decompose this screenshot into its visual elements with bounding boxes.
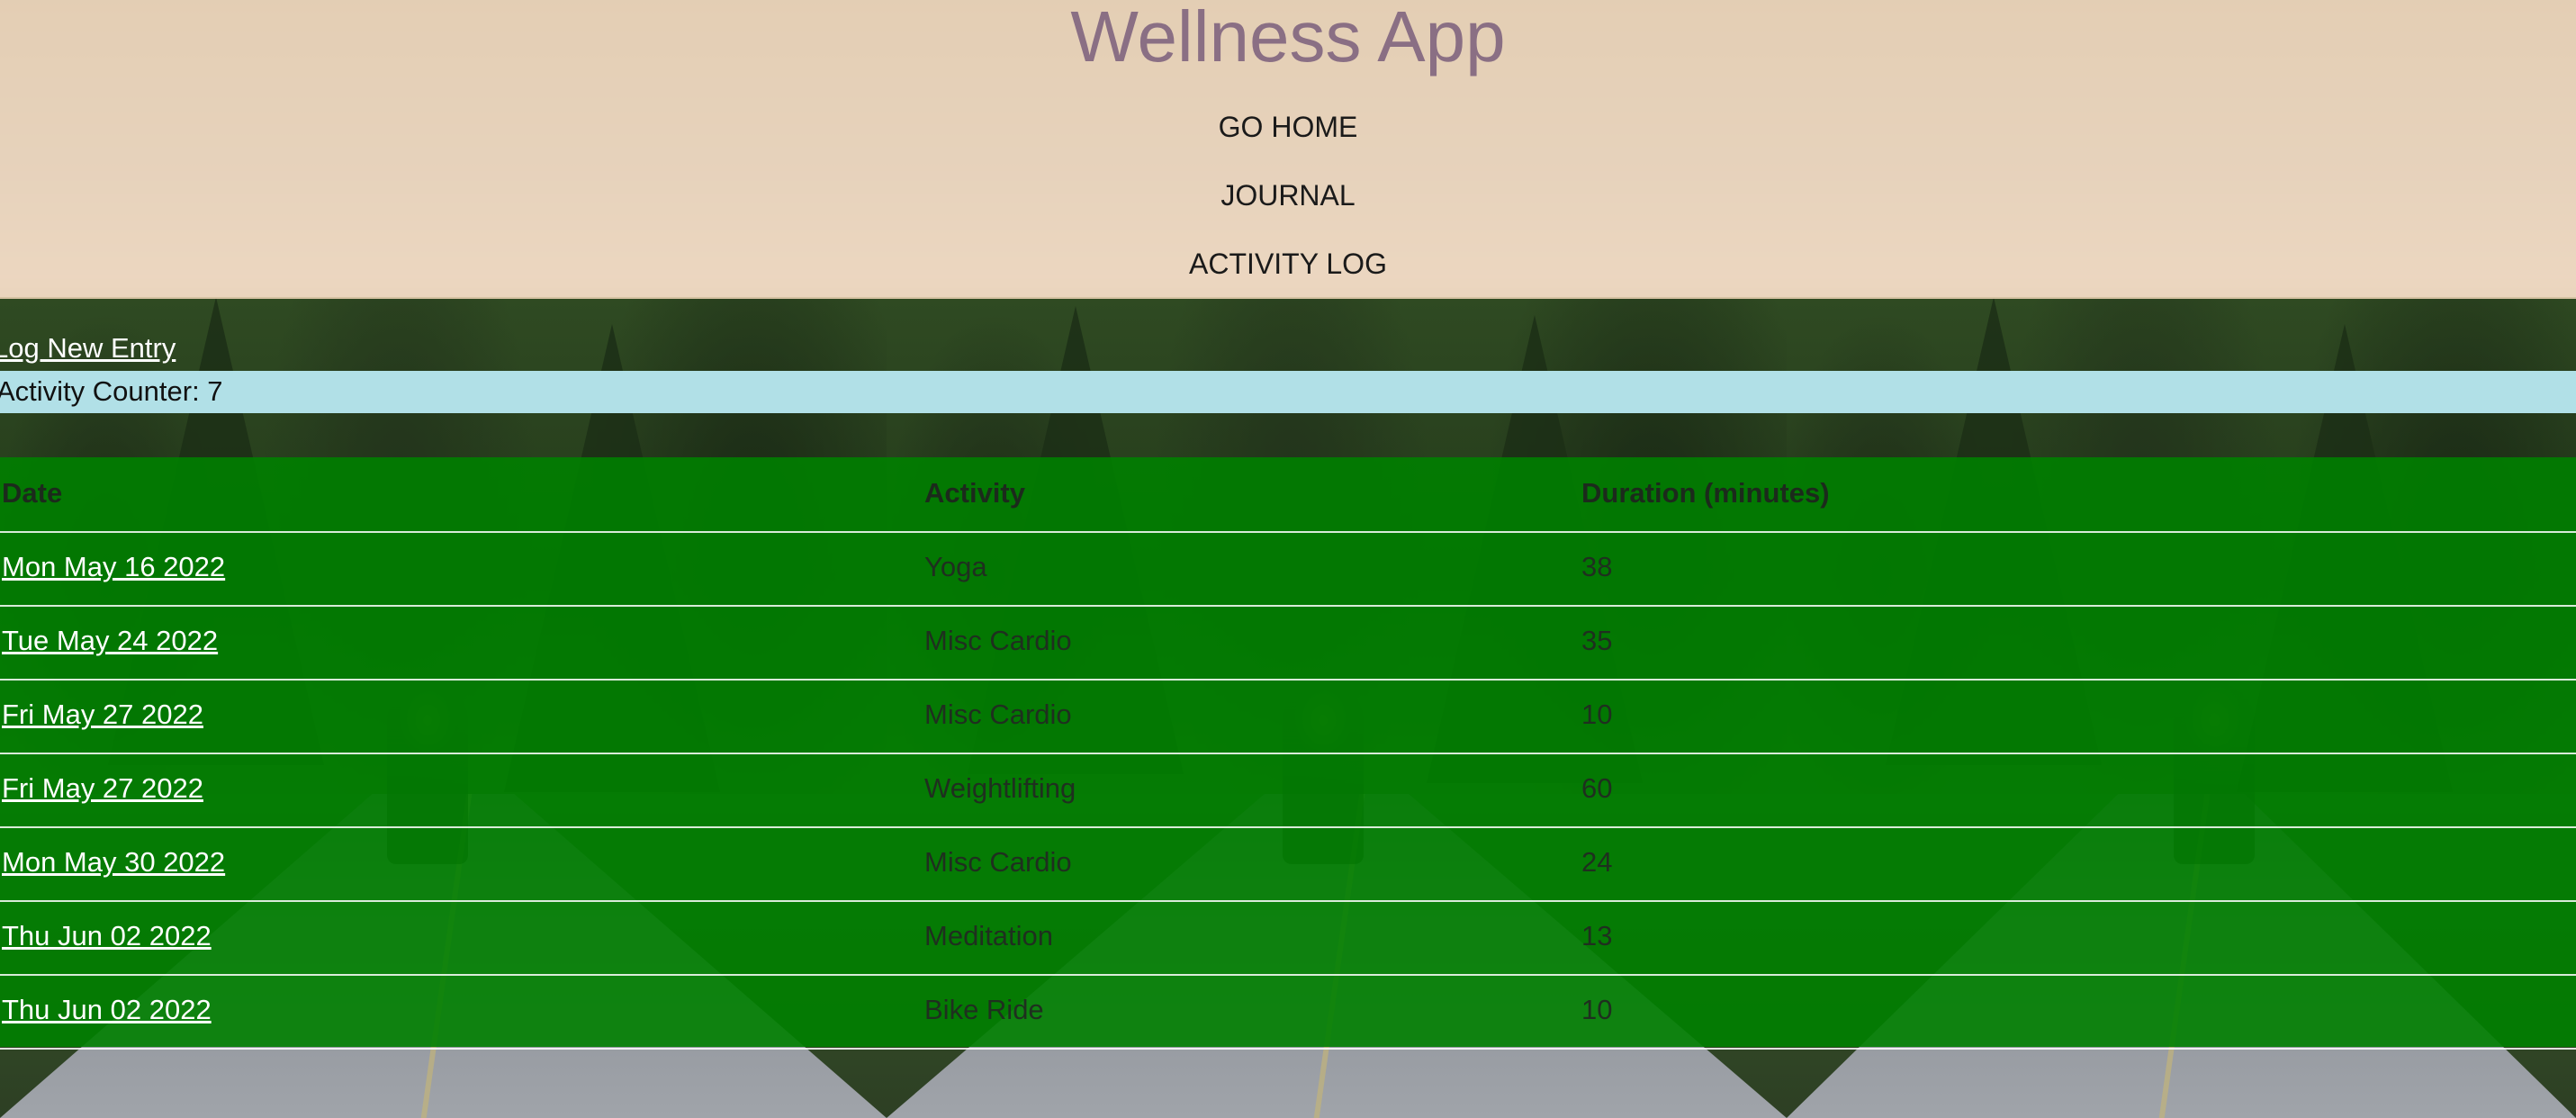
entry-date-link[interactable]: Mon May 16 2022 — [2, 551, 225, 583]
entry-duration: 13 — [1581, 920, 1613, 951]
entry-date-link[interactable]: Fri May 27 2022 — [2, 699, 203, 731]
entry-activity: Meditation — [924, 920, 1054, 951]
nav-go-home[interactable]: GO HOME — [0, 109, 2576, 145]
entry-activity: Yoga — [924, 551, 987, 582]
entry-duration: 24 — [1581, 846, 1613, 878]
nav-activity-log[interactable]: ACTIVITY LOG — [0, 246, 2576, 282]
table-header-row: Date Activity Duration (minutes) — [0, 457, 2576, 533]
nav-journal[interactable]: JOURNAL — [0, 177, 2576, 213]
site-header: Wellness App GO HOME JOURNAL ACTIVITY LO… — [0, 0, 2576, 299]
table-row: Fri May 27 2022 Misc Cardio 10 — [0, 679, 2576, 754]
entry-date-link[interactable]: Thu Jun 02 2022 — [2, 994, 212, 1026]
entry-date-link[interactable]: Fri May 27 2022 — [2, 772, 203, 805]
table-row: Mon May 30 2022 Misc Cardio 24 — [0, 826, 2576, 902]
entry-date-link[interactable]: Tue May 24 2022 — [2, 625, 218, 657]
entry-duration: 10 — [1581, 994, 1613, 1025]
activity-table: Date Activity Duration (minutes) Mon May… — [0, 457, 2576, 1050]
entry-duration: 60 — [1581, 772, 1613, 804]
activity-counter: Activity Counter: 7 — [0, 375, 223, 407]
table-row: Thu Jun 02 2022 Meditation 13 — [0, 900, 2576, 976]
table-row: Fri May 27 2022 Weightlifting 60 — [0, 753, 2576, 828]
entry-duration: 38 — [1581, 551, 1613, 582]
activity-counter-bar: Activity Counter: 7 — [0, 371, 2576, 413]
entry-duration: 35 — [1581, 625, 1613, 656]
entry-duration: 10 — [1581, 699, 1613, 730]
table-row: Tue May 24 2022 Misc Cardio 35 — [0, 605, 2576, 681]
entry-activity: Bike Ride — [924, 994, 1044, 1025]
entry-activity: Misc Cardio — [924, 699, 1072, 730]
column-header-duration: Duration (minutes) — [1581, 477, 1830, 509]
entry-activity: Weightlifting — [924, 772, 1076, 804]
table-row: Thu Jun 02 2022 Bike Ride 10 — [0, 974, 2576, 1050]
app-title: Wellness App — [1070, 0, 1506, 77]
entry-date-link[interactable]: Mon May 30 2022 — [2, 846, 225, 879]
log-new-entry-link[interactable]: Log New Entry — [0, 332, 176, 365]
table-row: Mon May 16 2022 Yoga 38 — [0, 531, 2576, 607]
column-header-activity: Activity — [924, 477, 1025, 509]
entry-activity: Misc Cardio — [924, 625, 1072, 656]
entry-date-link[interactable]: Thu Jun 02 2022 — [2, 920, 212, 952]
column-header-date: Date — [2, 477, 63, 509]
entry-activity: Misc Cardio — [924, 846, 1072, 878]
